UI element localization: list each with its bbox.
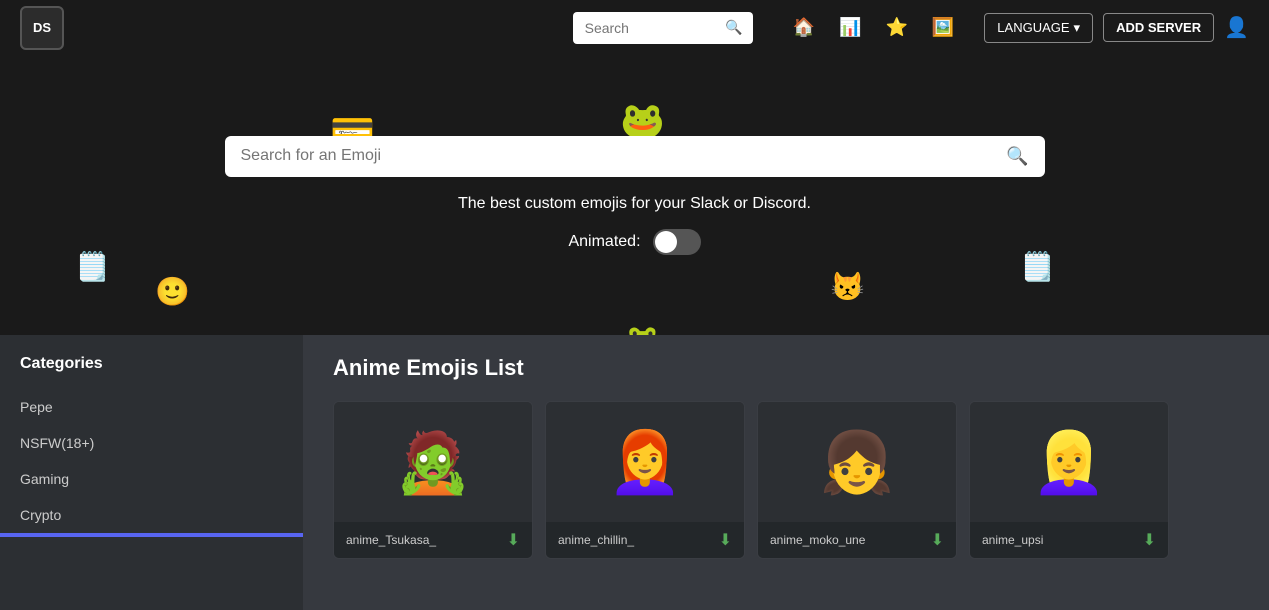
main-content: Categories Pepe NSFW(18+) Gaming Crypto … [0,335,1269,610]
sidebar-item-crypto[interactable]: Crypto [0,497,303,533]
emoji-footer-chillin: anime_chillin_ ⬇ [546,522,744,558]
emoji-card-chillin: 👩‍🦰 anime_chillin_ ⬇ [545,401,745,559]
emoji-card-moko: 👧 anime_moko_une ⬇ [757,401,957,559]
language-button[interactable]: LANGUAGE ▾ [984,13,1093,43]
floating-emoji-3: 🗒️ [75,250,110,283]
hero-search-input[interactable] [241,147,1007,165]
emoji-img-chillin: 👩‍🦰 [546,402,744,522]
sidebar: Categories Pepe NSFW(18+) Gaming Crypto [0,335,303,610]
sidebar-item-gaming[interactable]: Gaming [0,461,303,497]
hero-search-container: 🔍 [225,136,1045,177]
emoji-img-tsukasa: 🧟 [334,402,532,522]
animated-toggle[interactable] [653,229,701,255]
sidebar-title: Categories [0,355,303,389]
site-logo[interactable]: DS [20,6,64,50]
emoji-footer-moko: anime_moko_une ⬇ [758,522,956,558]
download-icon-upsi[interactable]: ⬇ [1143,530,1156,550]
hero-section: 💳 🐸 🗒️ 🙂 😾 🗒️ 🐦 🐸 🔍 The best custom emoj… [0,55,1269,335]
emoji-footer-upsi: anime_upsi ⬇ [970,522,1168,558]
floating-emoji-4: 🙂 [155,275,190,308]
hero-search-icon: 🔍 [1006,146,1028,167]
sidebar-item-pepe[interactable]: Pepe [0,389,303,425]
floating-emoji-8: 🐸 [625,323,660,335]
nav-icons: 🏠 📊 ⭐ 🖼️ [793,17,955,38]
floating-emoji-5: 😾 [830,270,865,303]
add-server-button[interactable]: ADD SERVER [1103,13,1214,42]
sidebar-bottom-bar [0,533,303,537]
emoji-img-upsi: 👱‍♀️ [970,402,1168,522]
emoji-img-moko: 👧 [758,402,956,522]
emoji-grid: 🧟 anime_Tsukasa_ ⬇ 👩‍🦰 anime_chillin_ ⬇ [333,401,1239,559]
download-icon-moko[interactable]: ⬇ [931,530,944,550]
nav-right: LANGUAGE ▾ ADD SERVER 👤 [984,13,1249,43]
emoji-footer-tsukasa: anime_Tsukasa_ ⬇ [334,522,532,558]
star-icon[interactable]: ⭐ [885,17,907,38]
download-icon-tsukasa[interactable]: ⬇ [507,530,520,550]
toggle-knob [655,231,677,253]
hero-tagline: The best custom emojis for your Slack or… [458,195,811,213]
list-title: Anime Emojis List [333,355,1239,381]
user-icon[interactable]: 👤 [1224,15,1249,40]
emoji-name-chillin: anime_chillin_ [558,533,634,547]
nav-search-bar: 🔍 [573,12,753,44]
emoji-name-moko: anime_moko_une [770,533,865,547]
download-icon-chillin[interactable]: ⬇ [719,530,732,550]
stats-icon[interactable]: 📊 [839,17,861,38]
nav-search-icon: 🔍 [725,19,742,36]
emoji-name-tsukasa: anime_Tsukasa_ [346,533,436,547]
animated-row: Animated: [568,229,700,255]
content-area: Anime Emojis List 🧟 anime_Tsukasa_ ⬇ 👩‍🦰… [303,335,1269,610]
emoji-card-tsukasa: 🧟 anime_Tsukasa_ ⬇ [333,401,533,559]
floating-emoji-7: 🐦 [348,330,383,335]
home-icon[interactable]: 🏠 [793,17,815,38]
emoji-card-upsi: 👱‍♀️ anime_upsi ⬇ [969,401,1169,559]
floating-emoji-6: 🗒️ [1020,250,1055,283]
image-icon[interactable]: 🖼️ [932,17,954,38]
animated-label: Animated: [568,233,640,251]
emoji-name-upsi: anime_upsi [982,533,1043,547]
navbar: DS 🔍 🏠 📊 ⭐ 🖼️ LANGUAGE ▾ ADD SERVER 👤 [0,0,1269,55]
sidebar-item-nsfw[interactable]: NSFW(18+) [0,425,303,461]
